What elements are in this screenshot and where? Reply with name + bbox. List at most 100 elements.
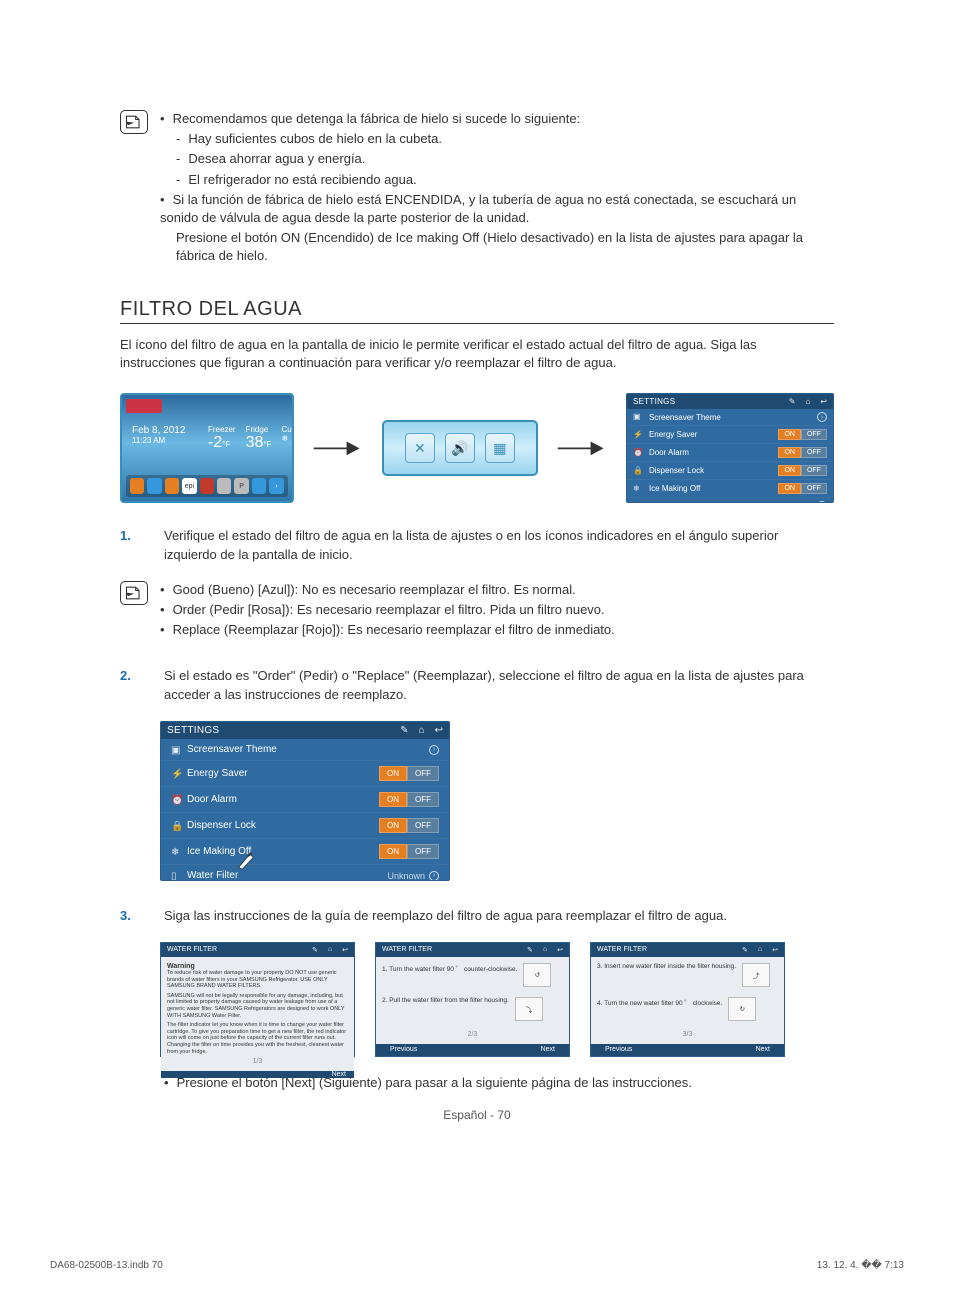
- home-date: Feb 8, 2012: [132, 425, 185, 436]
- status-value: Unknown: [780, 502, 813, 504]
- dock-app-icon: P: [234, 478, 248, 494]
- toggle: ONOFF: [379, 792, 439, 807]
- filter-icon: ▯: [633, 501, 643, 503]
- doc-timestamp: 13. 12. 4. �� 7:13: [817, 1260, 904, 1271]
- dock-app-icon: [217, 478, 231, 494]
- step-number: 3.: [120, 907, 144, 926]
- step-text: Siga las instrucciones de la guía de ree…: [164, 907, 834, 926]
- wf-title: WATER FILTER: [382, 946, 432, 953]
- theme-icon: ▣: [171, 745, 181, 755]
- row-label: Screensaver Theme: [649, 413, 721, 422]
- home-icon: ⌂: [758, 946, 762, 954]
- note-line: Presione el botón ON (Encendido) de Ice …: [160, 229, 834, 265]
- alarm-icon: ⏰: [171, 795, 181, 805]
- row-label: Screensaver Theme: [187, 744, 277, 755]
- filter-icon: ▯: [171, 871, 181, 881]
- home-screen-panel: Feb 8, 2012 11:23 AM Freezer-2°F Fridge3…: [120, 393, 294, 503]
- note-icon: [120, 110, 148, 134]
- step-number: 1.: [120, 527, 144, 565]
- toggle: ONOFF: [379, 766, 439, 781]
- doc-source: DA68-02500B-13.indb 70: [50, 1260, 163, 1271]
- ice-icon: ❄: [633, 484, 643, 494]
- edit-icon: ✎: [312, 946, 318, 954]
- pointer-hand-icon: [235, 849, 257, 871]
- lock-icon: 🔒: [171, 821, 181, 831]
- page-indicator: 3/3: [597, 1031, 778, 1038]
- settings-panel-large: SETTINGS ✎ ⌂ ↩ ▣Screensaver Theme› ⚡Ener…: [160, 721, 450, 881]
- previous-button: Previous: [390, 1046, 417, 1053]
- note-line: El refrigerador no está recibiendo agua.: [160, 171, 834, 189]
- dock-app-icon: epi: [182, 478, 196, 494]
- note-line: Replace (Reemplazar [Rojo]): Es necesari…: [160, 621, 834, 639]
- theme-icon: ▣: [633, 412, 643, 422]
- note-icon: [120, 581, 148, 605]
- water-filter-panel-1: WATER FILTER ✎⌂↩ Warning To reduce risk …: [160, 942, 355, 1057]
- wf-thumb-icon: ↻: [728, 997, 756, 1021]
- freezer-temp: Freezer-2°F: [208, 425, 236, 452]
- row-label: Dispenser Lock: [649, 466, 704, 475]
- sound-icon: 🔊: [445, 433, 475, 463]
- water-filter-guide-row: WATER FILTER ✎⌂↩ Warning To reduce risk …: [160, 942, 834, 1057]
- ice-icon: ❄: [171, 847, 181, 857]
- home-icon: ⌂: [805, 397, 810, 406]
- previous-button: Previous: [605, 1046, 632, 1053]
- top-note-block: Recomendamos que detenga la fábrica de h…: [120, 110, 834, 268]
- row-label: Energy Saver: [187, 768, 248, 779]
- step-number: 2.: [120, 667, 144, 705]
- row-label: Dispenser Lock: [187, 820, 256, 831]
- row-label: Door Alarm: [187, 794, 237, 805]
- wf-step-text: 2. Pull the water filter from the filter…: [382, 997, 509, 1021]
- wf-title: WATER FILTER: [167, 946, 217, 953]
- toggle: ONOFF: [778, 483, 827, 494]
- alarm-icon: ⏰: [633, 448, 643, 458]
- intro-text: El ícono del filtro de agua en la pantal…: [120, 336, 834, 374]
- dock-app-icon: [252, 478, 266, 494]
- settings-panel: SETTINGS ✎ ⌂ ↩ ▣Screensaver Theme› ⚡Ener…: [626, 393, 834, 503]
- page-footer: Español - 70: [120, 1108, 834, 1122]
- edit-icon: ✎: [742, 946, 748, 954]
- wf-step-text: 4. Turn the new water filter 90 ゜ clockw…: [597, 997, 722, 1021]
- note-line: Presione el botón [Next] (Siguiente) par…: [164, 1075, 834, 1090]
- toggle: ONOFF: [778, 465, 827, 476]
- toggle: ONOFF: [778, 429, 827, 440]
- chevron-right-icon: ›: [429, 871, 439, 881]
- warning-text: SAMSUNG will not be legally responsible …: [167, 993, 348, 1019]
- arrow-right-icon: [556, 438, 608, 459]
- page-indicator: 1/3: [167, 1058, 348, 1065]
- wf-step-text: 1. Turn the water filter 90 ゜ counter-cl…: [382, 963, 517, 987]
- page-indicator: 2/3: [382, 1031, 563, 1038]
- cubed-indicator: Cubed❄: [281, 425, 293, 452]
- wf-title: WATER FILTER: [597, 946, 647, 953]
- toggle: ONOFF: [379, 844, 439, 859]
- note-line: Order (Pedir [Rosa]): Es necesario reemp…: [160, 601, 834, 619]
- note-line: Desea ahorrar agua y energía.: [160, 150, 834, 168]
- home-icon: ⌂: [543, 946, 547, 954]
- doc-footer: DA68-02500B-13.indb 70 13. 12. 4. �� 7:1…: [50, 1260, 904, 1271]
- dock-app-icon: [147, 478, 161, 494]
- home-icon: ⌂: [419, 725, 425, 736]
- wf-thumb-icon: ⤴: [742, 963, 770, 987]
- close-icon: ✕: [405, 433, 435, 463]
- wf-step-text: 3. Insert new water filter inside the fi…: [597, 963, 736, 987]
- note-line: Si la función de fábrica de hielo está E…: [160, 191, 834, 227]
- note-line: Good (Bueno) [Azul]): No es necesario re…: [160, 581, 834, 599]
- home-icon: ⌂: [328, 946, 332, 954]
- toggle: ONOFF: [778, 447, 827, 458]
- back-icon: ↩: [342, 946, 348, 954]
- settings-title: SETTINGS: [167, 725, 219, 736]
- step-text: Si el estado es "Order" (Pedir) o "Repla…: [164, 667, 834, 705]
- chevron-right-icon: ›: [817, 412, 827, 422]
- back-icon: ↩: [820, 397, 827, 406]
- calendar-icon: ▦: [485, 433, 515, 463]
- dock-app-icon: [130, 478, 144, 494]
- next-button: Next: [541, 1046, 555, 1053]
- wf-thumb-icon: ↺: [523, 963, 551, 987]
- chevron-right-icon: ›: [429, 745, 439, 755]
- step-text: Verifique el estado del filtro de agua e…: [164, 527, 834, 565]
- back-icon: ↩: [772, 946, 778, 954]
- row-label: Water Filter: [187, 870, 238, 881]
- status-indicator-icon: [126, 399, 162, 413]
- toggle: ONOFF: [379, 818, 439, 833]
- row-label: Water Filter: [649, 502, 690, 504]
- warning-heading: Warning: [167, 963, 348, 970]
